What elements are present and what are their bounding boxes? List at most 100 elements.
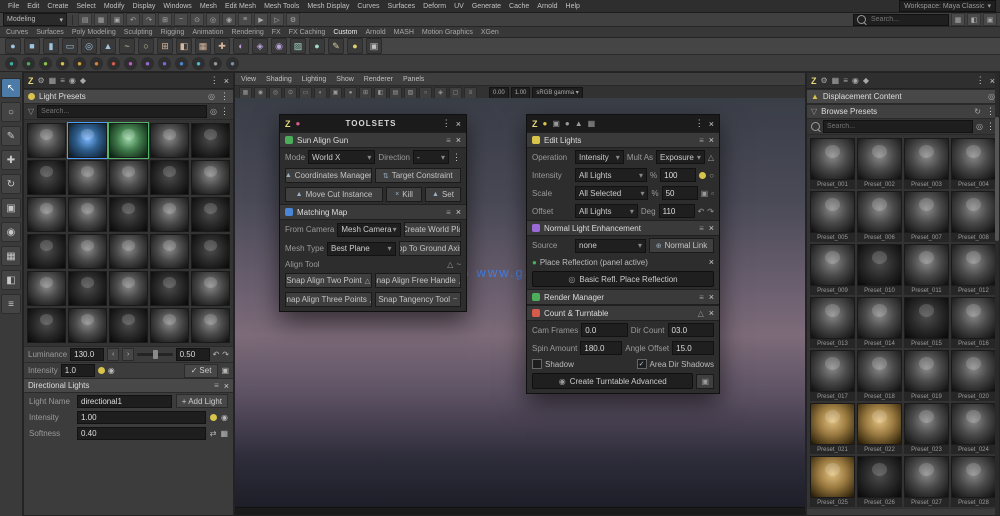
area-dir-shadows-checkbox[interactable]: ✓ <box>636 359 647 369</box>
menu-deform[interactable]: Deform <box>419 3 450 10</box>
menu-surfaces[interactable]: Surfaces <box>384 3 420 10</box>
ipr-render-icon[interactable]: ▷ <box>270 13 284 26</box>
light-preset-thumb-26[interactable] <box>27 308 66 343</box>
shelf-tab-fx[interactable]: FX <box>272 29 281 36</box>
displacement-thumb-7[interactable]: Preset_007 <box>904 191 949 242</box>
snap-free-handle-button[interactable]: Snap Align Free Handle △ <box>374 273 461 288</box>
make-live-icon[interactable]: ◉ <box>222 13 236 26</box>
sidebar-toggle-icon[interactable]: ▦ <box>951 13 965 26</box>
open-scene-icon[interactable]: ▦ <box>94 13 108 26</box>
displacement-title-bar[interactable]: ▲ Displacement Content ◎ <box>807 89 999 104</box>
viewport-menu-view[interactable]: View <box>241 76 256 83</box>
normal-enhancement-section-bar[interactable]: Normal Light Enhancement ≡ × <box>527 220 719 236</box>
shelf-sphere-icon[interactable]: ● <box>5 38 21 54</box>
plugin-steel-icon[interactable]: ● <box>226 56 239 70</box>
collapse-icon[interactable]: × <box>456 135 461 145</box>
snap-curve-icon[interactable]: ~ <box>174 13 188 26</box>
light-preset-thumb-14[interactable] <box>150 197 189 232</box>
layout-four-icon[interactable]: ◧ <box>1 270 21 290</box>
softness-field[interactable]: 0.40 <box>77 426 206 440</box>
intensity-field[interactable]: 1.00 <box>77 410 207 424</box>
new-scene-icon[interactable]: ▤ <box>78 13 92 26</box>
grid-icon[interactable]: ▦ <box>220 429 228 438</box>
menu-icon[interactable]: ≡ <box>699 224 704 233</box>
light-preset-thumb-19[interactable] <box>150 234 189 269</box>
light-preset-thumb-4[interactable] <box>150 123 189 158</box>
displacement-thumb-28[interactable]: Preset_028 <box>951 456 996 507</box>
shelf-tab-custom[interactable]: Custom <box>333 29 357 36</box>
displacement-thumb-17[interactable]: Preset_017 <box>810 350 855 401</box>
viewport-icon-4[interactable]: ▭ <box>299 86 312 99</box>
menu-cache[interactable]: Cache <box>505 3 533 10</box>
collapse-icon[interactable]: × <box>456 207 461 217</box>
undo-icon[interactable]: ↶ <box>213 350 220 359</box>
viewport-icon-0[interactable]: ▦ <box>239 86 252 99</box>
history-icon[interactable]: ≡ <box>238 13 252 26</box>
shelf-bridge-icon[interactable]: ▦ <box>195 38 211 54</box>
triangle-icon[interactable]: △ <box>447 260 453 269</box>
light-preset-thumb-11[interactable] <box>27 197 66 232</box>
light-preset-thumb-5[interactable] <box>191 123 230 158</box>
plugin-yellow-icon[interactable]: ● <box>56 56 69 70</box>
light-preset-thumb-7[interactable] <box>68 160 107 195</box>
grid-view-icon[interactable]: ▦ <box>832 76 840 85</box>
create-turntable-button[interactable]: ◉ Create Turntable Advanced <box>532 373 694 389</box>
menu-windows[interactable]: Windows <box>159 3 195 10</box>
shelf-mirror-icon[interactable]: ◐ <box>233 38 249 54</box>
add-light-button[interactable]: + Add Light <box>175 394 228 408</box>
menu-select[interactable]: Select <box>72 3 99 10</box>
undo-icon[interactable]: ↶ <box>126 13 140 26</box>
light-preset-thumb-25[interactable] <box>191 271 230 306</box>
menu-mesh[interactable]: Mesh <box>196 3 221 10</box>
lightbulb-icon[interactable] <box>97 367 105 374</box>
light-preset-thumb-13[interactable] <box>109 197 148 232</box>
info-icon[interactable]: ◎ <box>208 92 215 101</box>
plugin-blue-icon[interactable]: ● <box>175 56 188 70</box>
gamma-field[interactable]: 1.00 <box>510 86 531 99</box>
menu-help[interactable]: Help <box>562 3 584 10</box>
menu-file[interactable]: File <box>4 3 23 10</box>
viewport-icon-6[interactable]: ▣ <box>329 86 342 99</box>
info-icon[interactable]: ◎ <box>976 122 983 131</box>
shelf-tab-mash[interactable]: MASH <box>394 29 414 36</box>
shelf-cylinder-icon[interactable]: ▮ <box>43 38 59 54</box>
render-manager-section-bar[interactable]: Render Manager ≡ × <box>527 289 719 305</box>
shelf-tab-poly-modeling[interactable]: Poly Modeling <box>72 29 116 36</box>
scale-scope-dropdown[interactable]: All Selected ▾ <box>575 186 649 200</box>
displacement-thumb-15[interactable]: Preset_015 <box>904 297 949 348</box>
filter-icon[interactable]: ▽ <box>28 107 34 116</box>
tool-settings-icon[interactable]: ▣ <box>983 13 997 26</box>
viewport-icon-2[interactable]: ◎ <box>269 86 282 99</box>
create-world-plane-button[interactable]: ⊕ Create World Plane <box>403 222 461 237</box>
shelf-light-shelf-icon[interactable]: ● <box>347 38 363 54</box>
collapse-icon[interactable]: × <box>709 135 714 145</box>
lasso-tool-icon[interactable]: ○ <box>1 102 21 122</box>
kebab-menu-icon[interactable]: ⋮ <box>220 91 229 102</box>
info-icon[interactable]: ◎ <box>210 107 217 116</box>
shelf-circle-icon[interactable]: ○ <box>138 38 154 54</box>
shelf-tab-arnold[interactable]: Arnold <box>365 29 385 36</box>
cam-frames-field[interactable]: 0.0 <box>581 323 628 337</box>
shadow-checkbox[interactable] <box>532 359 542 369</box>
displacement-thumb-1[interactable]: Preset_001 <box>810 138 855 189</box>
menu-mesh-display[interactable]: Mesh Display <box>303 3 353 10</box>
displacement-thumb-13[interactable]: Preset_013 <box>810 297 855 348</box>
displacement-thumb-26[interactable]: Preset_026 <box>857 456 902 507</box>
displacement-thumb-2[interactable]: Preset_002 <box>857 138 902 189</box>
shelf-tab-rendering[interactable]: Rendering <box>231 29 263 36</box>
info-icon[interactable]: ◎ <box>988 92 995 101</box>
menu-curves[interactable]: Curves <box>353 3 383 10</box>
menu-icon[interactable]: ≡ <box>699 293 704 302</box>
shelf-curve-icon[interactable]: ~ <box>119 38 135 54</box>
plugin-violet-icon[interactable]: ● <box>158 56 171 70</box>
displacement-thumb-19[interactable]: Preset_019 <box>904 350 949 401</box>
settings-icon[interactable]: ⚙ <box>38 76 45 85</box>
target-constraint-button[interactable]: ⇅ Target Constraint <box>374 168 461 183</box>
displacement-thumb-22[interactable]: Preset_022 <box>857 403 902 454</box>
source-dropdown[interactable]: none ▾ <box>575 238 646 253</box>
decrement-button[interactable]: ‹ <box>107 348 120 361</box>
plugin-teal-icon[interactable]: ● <box>5 56 18 70</box>
displacement-search-input[interactable] <box>823 120 974 133</box>
shelf-extrude-icon[interactable]: ⊞ <box>157 38 173 54</box>
spin-amount-field[interactable]: 180.0 <box>580 341 623 355</box>
